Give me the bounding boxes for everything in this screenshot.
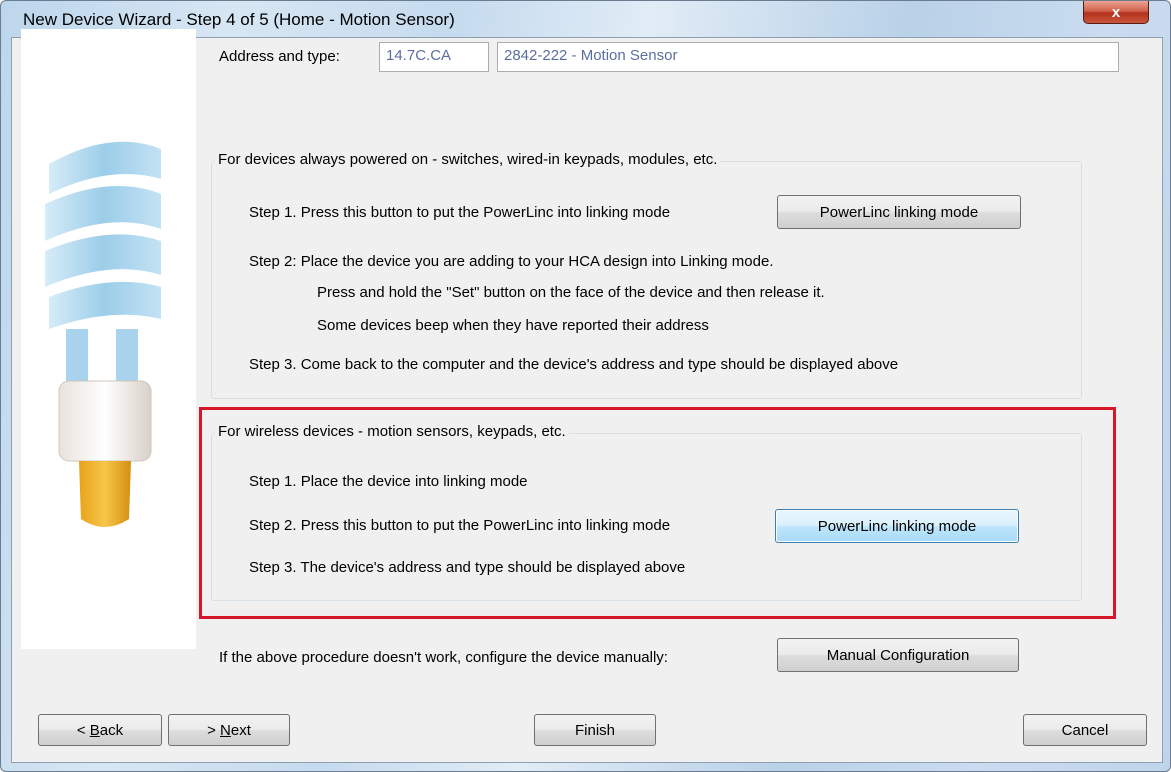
window-title: New Device Wizard - Step 4 of 5 (Home - … — [23, 10, 455, 29]
address-field[interactable]: 14.7C.CA — [379, 42, 489, 72]
next-label: > Next — [207, 721, 251, 739]
close-icon: x — [1111, 3, 1121, 21]
back-label: < Back — [76, 721, 124, 739]
cancel-label: Cancel — [1061, 721, 1109, 739]
manual-config-text: If the above procedure doesn't work, con… — [219, 649, 668, 666]
highlight-annotation — [199, 407, 1116, 619]
finish-label: Finish — [574, 721, 615, 739]
address-type-label: Address and type: — [219, 48, 340, 65]
powered-step1-text: Step 1. Press this button to put the Pow… — [249, 204, 671, 221]
manual-configuration-label: Manual Configuration — [826, 646, 970, 664]
next-button[interactable]: > Next — [168, 714, 290, 746]
powered-step3-text: Step 3. Come back to the computer and th… — [249, 356, 899, 373]
powered-step2-text: Step 2: Place the device you are adding … — [249, 253, 774, 270]
finish-button[interactable]: Finish — [534, 714, 656, 746]
powered-linking-mode-button[interactable]: PowerLinc linking mode — [777, 195, 1021, 229]
wizard-window: New Device Wizard - Step 4 of 5 (Home - … — [0, 0, 1171, 772]
light-bulb-icon — [45, 141, 161, 527]
device-type-value: 2842-222 - Motion Sensor — [504, 47, 678, 64]
address-value: 14.7C.CA — [386, 47, 452, 64]
cancel-button[interactable]: Cancel — [1023, 714, 1147, 746]
bulb-illustration-panel — [21, 29, 196, 649]
close-button[interactable]: x — [1083, 1, 1149, 24]
powered-step2-line2: Press and hold the "Set" button on the f… — [317, 284, 825, 301]
device-type-field[interactable]: 2842-222 - Motion Sensor — [497, 42, 1119, 72]
manual-configuration-button[interactable]: Manual Configuration — [777, 638, 1019, 672]
powered-step2-line3: Some devices beep when they have reporte… — [317, 317, 709, 334]
powered-devices-legend: For devices always powered on - switches… — [215, 151, 721, 168]
powered-linking-mode-label: PowerLinc linking mode — [819, 203, 979, 221]
back-button[interactable]: < Back — [38, 714, 162, 746]
